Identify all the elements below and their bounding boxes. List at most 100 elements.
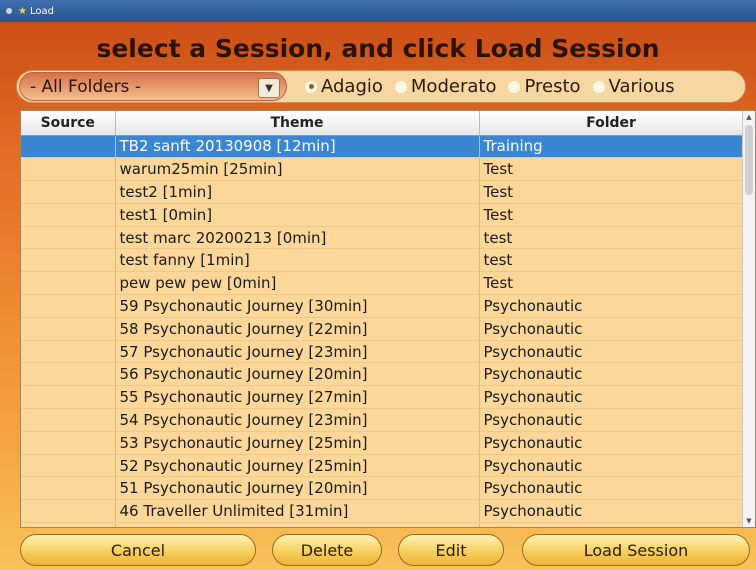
radio-adagio[interactable]: Adagio xyxy=(305,76,383,97)
table-row[interactable]: test fanny [1min] test xyxy=(21,248,744,273)
radio-label: Various xyxy=(608,76,675,97)
folder-select-value: - All Folders - xyxy=(30,76,141,97)
table-row[interactable]: 46 Traveller Unlimited [31min] Psychonaut… xyxy=(21,499,744,524)
column-header-source[interactable]: Source xyxy=(21,111,116,136)
cell-folder: Psychonautic xyxy=(479,522,744,527)
cell-theme: test marc 20200213 [0min] xyxy=(115,226,480,250)
table-row[interactable]: 58 Psychonautic Journey [22min] Psychonau… xyxy=(21,317,744,341)
app-icon: ★ xyxy=(18,5,27,17)
table-row[interactable]: 59 Psychonautic Journey [30min] Psychonau… xyxy=(21,294,744,318)
scrollbar-thumb[interactable] xyxy=(745,125,753,195)
cell-source xyxy=(21,340,116,364)
cell-source xyxy=(21,271,116,296)
cell-source xyxy=(21,362,116,387)
cell-folder: test xyxy=(479,226,744,250)
table-header-row: Source Theme Folder xyxy=(21,111,744,136)
scroll-up-icon[interactable]: ▲ xyxy=(743,111,755,123)
radio-bullet-icon xyxy=(305,80,317,93)
chevron-down-icon[interactable]: ▼ xyxy=(258,78,280,98)
table-row[interactable]: test marc 20200213 [0min] test xyxy=(21,226,744,250)
cell-folder: Psychonautic xyxy=(479,408,744,432)
cell-folder: Test xyxy=(479,180,744,204)
radio-various[interactable]: Various xyxy=(592,76,675,97)
cell-source xyxy=(21,431,116,455)
table-row[interactable]: 52 Psychonautic Journey [25min] Psychonau… xyxy=(21,454,744,478)
cell-folder: Psychonautic xyxy=(479,499,744,524)
session-table: Source Theme Folder TB2 sanft 20130908 [… xyxy=(20,110,756,528)
cell-folder: Psychonautic xyxy=(479,340,744,364)
cell-folder: test xyxy=(479,248,744,273)
cell-theme: 46 Traveller Unlimited [31min] xyxy=(115,499,480,524)
load-session-button[interactable]: Load Session xyxy=(522,534,750,566)
table-row[interactable]: 45 Traveller Unlimited [35min]Psychonaut… xyxy=(21,522,744,527)
cell-source xyxy=(21,408,116,432)
edit-button[interactable]: Edit xyxy=(398,534,504,566)
table-row[interactable]: pew pew pew [0min] Test xyxy=(21,271,744,296)
cell-folder: Psychonautic xyxy=(479,385,744,410)
table-row[interactable]: 51 Psychonautic Journey [20min] Psychonau… xyxy=(21,476,744,501)
cell-folder: Psychonautic xyxy=(479,362,744,387)
cell-source xyxy=(21,203,116,227)
cancel-button[interactable]: Cancel xyxy=(20,534,256,566)
radio-label: Moderato xyxy=(410,76,497,97)
cell-theme: warum25min [25min] xyxy=(115,157,480,182)
scroll-down-icon[interactable]: ▼ xyxy=(743,515,755,527)
table-row[interactable]: 53 Psychonautic Journey [25min] Psychonau… xyxy=(21,431,744,455)
radio-label: Adagio xyxy=(321,76,383,97)
cell-theme: 53 Psychonautic Journey [25min] xyxy=(115,431,480,455)
window-title: Load xyxy=(29,5,54,17)
table-row[interactable]: TB2 sanft 20130908 [12min] Training xyxy=(21,135,744,159)
cell-folder: Training xyxy=(479,135,744,159)
table-row[interactable]: warum25min [25min] Test xyxy=(21,157,744,182)
cell-source xyxy=(21,226,116,250)
tempo-radio-group: Adagio Moderato Presto Various xyxy=(305,76,681,97)
cell-theme: 57 Psychonautic Journey [23min] xyxy=(115,340,480,364)
column-header-folder[interactable]: Folder xyxy=(479,111,744,136)
table-row[interactable]: 57 Psychonautic Journey [23min] Psychonau… xyxy=(21,340,744,364)
radio-bullet-icon xyxy=(508,80,521,93)
radio-bullet-icon xyxy=(394,80,407,93)
window-menu-icon[interactable] xyxy=(6,8,12,14)
window-titlebar: ★ Load xyxy=(0,0,756,22)
folder-select[interactable]: - All Folders - ▼ xyxy=(19,72,287,101)
cell-source xyxy=(21,157,116,182)
cell-source xyxy=(21,135,116,159)
cell-theme: test2 [1min] xyxy=(115,180,480,204)
cell-folder: Psychonautic xyxy=(479,454,744,478)
cell-source xyxy=(21,499,116,524)
cell-source xyxy=(21,522,116,527)
cell-theme: TB2 sanft 20130908 [12min] xyxy=(115,135,480,159)
table-row[interactable]: 54 Psychonautic Journey [23min] Psychonau… xyxy=(21,408,744,432)
cell-theme: 59 Psychonautic Journey [30min] xyxy=(115,294,480,318)
cell-theme: 52 Psychonautic Journey [25min] xyxy=(115,454,480,478)
table-scrollbar[interactable]: ▲ ▼ xyxy=(742,111,755,527)
cell-folder: Test xyxy=(479,157,744,182)
table-row[interactable]: test2 [1min] Test xyxy=(21,180,744,204)
radio-moderato[interactable]: Moderato xyxy=(394,76,497,97)
radio-presto[interactable]: Presto xyxy=(508,76,581,97)
cell-theme: test fanny [1min] xyxy=(115,248,480,273)
cell-theme: 54 Psychonautic Journey [23min] xyxy=(115,408,480,432)
cell-source xyxy=(21,385,116,410)
page-title: select a Session, and click Load Session xyxy=(96,34,660,63)
table-row[interactable]: 56 Psychonautic Journey [20min] Psychonau… xyxy=(21,362,744,387)
radio-bullet-icon xyxy=(592,80,605,93)
cell-theme: pew pew pew [0min] xyxy=(115,271,480,296)
cell-source xyxy=(21,180,116,204)
delete-button[interactable]: Delete xyxy=(272,534,382,566)
cell-theme: 58 Psychonautic Journey [22min] xyxy=(115,317,480,341)
table-row[interactable]: test1 [0min] Test xyxy=(21,203,744,227)
cell-theme: 45 Traveller Unlimited [35min] xyxy=(115,522,480,527)
cell-folder: Test xyxy=(479,271,744,296)
cell-theme: 55 Psychonautic Journey [27min] xyxy=(115,385,480,410)
table-row[interactable]: 55 Psychonautic Journey [27min] Psychonau… xyxy=(21,385,744,410)
cell-folder: Test xyxy=(479,203,744,227)
cell-source xyxy=(21,317,116,341)
column-header-theme[interactable]: Theme xyxy=(115,111,480,136)
cell-theme: test1 [0min] xyxy=(115,203,480,227)
cell-folder: Psychonautic xyxy=(479,476,744,501)
cell-source xyxy=(21,454,116,478)
cell-folder: Psychonautic xyxy=(479,431,744,455)
cell-source xyxy=(21,248,116,273)
filter-bar: - All Folders - ▼ Adagio Moderato Presto… xyxy=(16,70,746,103)
